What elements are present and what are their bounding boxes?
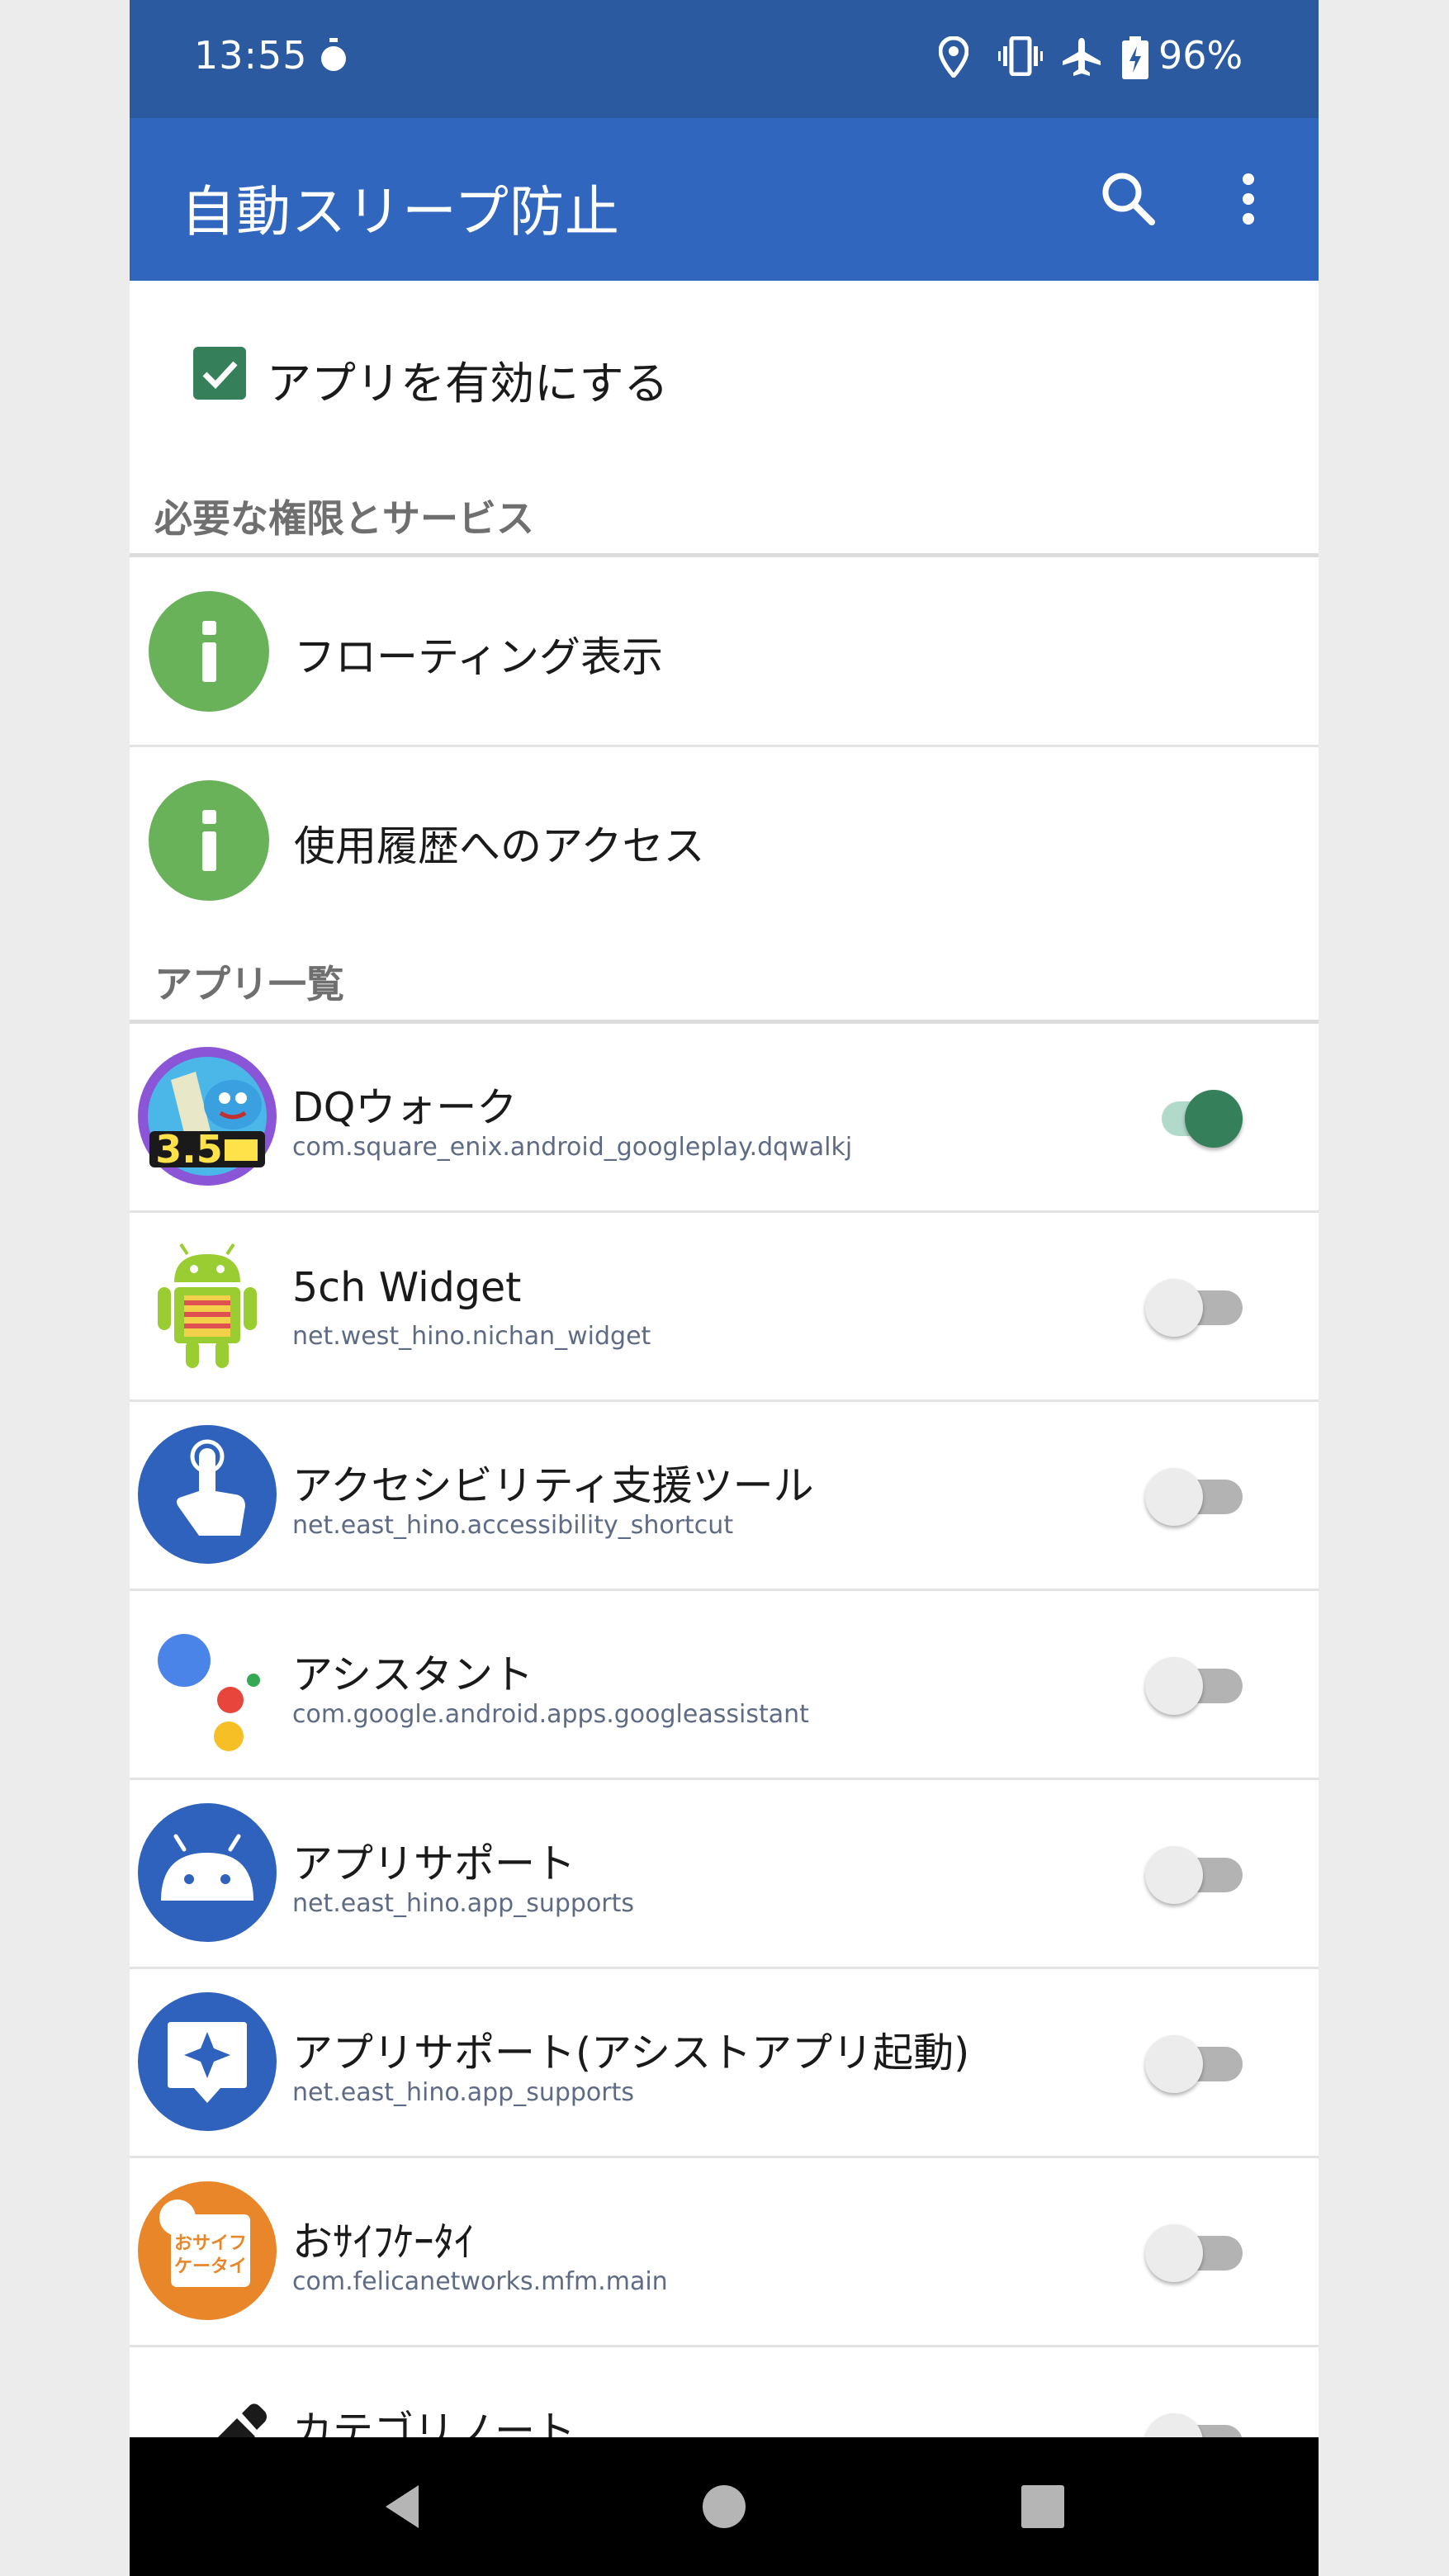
- battery-charging-icon: [1122, 36, 1148, 79]
- android-robot-icon: [158, 1243, 257, 1368]
- check-icon: [202, 361, 238, 390]
- home-icon[interactable]: [699, 2482, 749, 2531]
- vibrate-icon: [998, 36, 1043, 76]
- app-row-assistant[interactable]: アシスタント com.google.android.apps.googleass…: [130, 1591, 1319, 1778]
- info-icon: [149, 591, 269, 712]
- osaifu-icon-text-2: ケータイ: [174, 2256, 247, 2277]
- app-name: アプリサポート: [292, 1840, 576, 1887]
- app-name: 5ch Widget: [292, 1264, 522, 1311]
- permission-row-usage-access[interactable]: 使用履歴へのアクセス: [130, 747, 1319, 933]
- app-name: DQウォーク: [292, 1084, 518, 1131]
- touch-hand-icon: [138, 1425, 277, 1564]
- page-title: 自動スリープ防止: [181, 180, 621, 244]
- android-head-icon: [138, 1803, 277, 1942]
- app-package: com.google.android.apps.googleassistant: [292, 1700, 809, 1729]
- app-package: com.felicanetworks.mfm.main: [292, 2267, 668, 2296]
- battery-percentage: 96%: [1158, 33, 1243, 78]
- app-package: net.east_hino.accessibility_shortcut: [292, 1511, 734, 1540]
- more-vert-icon[interactable]: [1228, 166, 1269, 232]
- app-name: アプリサポート(アシストアプリ起動): [292, 2029, 970, 2076]
- navigation-bar: [130, 2437, 1319, 2576]
- osaifu-icon-text: おサイフ: [174, 2233, 247, 2254]
- search-icon[interactable]: [1096, 166, 1162, 232]
- app-toggle[interactable]: [1145, 1090, 1261, 1148]
- info-icon: [149, 780, 269, 901]
- app-name: おｻｲﾌｹｰﾀｲ: [292, 2218, 475, 2266]
- app-name: アシスタント: [292, 1651, 534, 1698]
- app-toggle[interactable]: [1145, 1279, 1261, 1337]
- section-header-permissions: 必要な権限とサービス: [154, 496, 534, 541]
- app-row-app-support[interactable]: アプリサポート net.east_hino.app_supports: [130, 1780, 1319, 1967]
- app-row-5ch-widget[interactable]: 5ch Widget net.west_hino.nichan_widget: [130, 1213, 1319, 1399]
- permission-label: 使用履歴へのアクセス: [294, 822, 705, 870]
- enable-app-row[interactable]: アプリを有効にする: [130, 281, 1319, 471]
- back-icon[interactable]: [377, 2480, 430, 2533]
- google-assistant-icon: [158, 1634, 260, 1751]
- section-header-apps: アプリ一覧: [154, 962, 344, 1006]
- app-toggle[interactable]: [1145, 1468, 1261, 1526]
- enable-checkbox[interactable]: [193, 347, 246, 400]
- dq-walk-icon: 3.5: [138, 1047, 277, 1186]
- status-time: 13:55: [194, 33, 308, 78]
- dq-walk-badge: 3.5: [155, 1127, 223, 1172]
- location-icon: [939, 36, 968, 78]
- osaifu-keitai-icon: おサイフ ケータイ: [138, 2181, 277, 2320]
- permission-row-floating[interactable]: フローティング表示: [130, 558, 1319, 744]
- app-toggle[interactable]: [1145, 2224, 1261, 2282]
- app-package: net.east_hino.app_supports: [292, 2078, 635, 2107]
- app-package: net.west_hino.nichan_widget: [292, 1322, 651, 1351]
- airplane-icon: [1063, 38, 1101, 76]
- timer-icon: [321, 38, 346, 71]
- app-bar: 自動スリープ防止: [130, 118, 1319, 281]
- assist-sparkle-icon: [138, 1992, 277, 2131]
- app-row-dq-walk[interactable]: 3.5 DQウォーク com.square_enix.android_googl…: [130, 1024, 1319, 1210]
- phone-screen: 13:55 96% 自動スリープ防止 アプリを有効にする 必要な権限とサービス …: [130, 0, 1319, 2576]
- app-toggle[interactable]: [1145, 2035, 1261, 2093]
- app-package: net.east_hino.app_supports: [292, 1889, 635, 1918]
- app-row-accessibility-tool[interactable]: アクセシビリティ支援ツール net.east_hino.accessibilit…: [130, 1402, 1319, 1589]
- status-bar: 13:55 96%: [130, 0, 1319, 118]
- permission-label: フローティング表示: [294, 633, 663, 681]
- app-package: com.square_enix.android_googleplay.dqwal…: [292, 1133, 853, 1162]
- app-row-osaifu-keitai[interactable]: おサイフ ケータイ おｻｲﾌｹｰﾀｲ com.felicanetworks.mf…: [130, 2158, 1319, 2345]
- divider: [130, 553, 1319, 557]
- recents-icon[interactable]: [1020, 2484, 1066, 2530]
- app-name: アクセシビリティ支援ツール: [292, 1462, 814, 1509]
- enable-label: アプリを有効にする: [267, 358, 669, 410]
- app-toggle[interactable]: [1145, 1657, 1261, 1715]
- app-toggle[interactable]: [1145, 1846, 1261, 1904]
- app-row-app-support-assist[interactable]: アプリサポート(アシストアプリ起動) net.east_hino.app_sup…: [130, 1969, 1319, 2156]
